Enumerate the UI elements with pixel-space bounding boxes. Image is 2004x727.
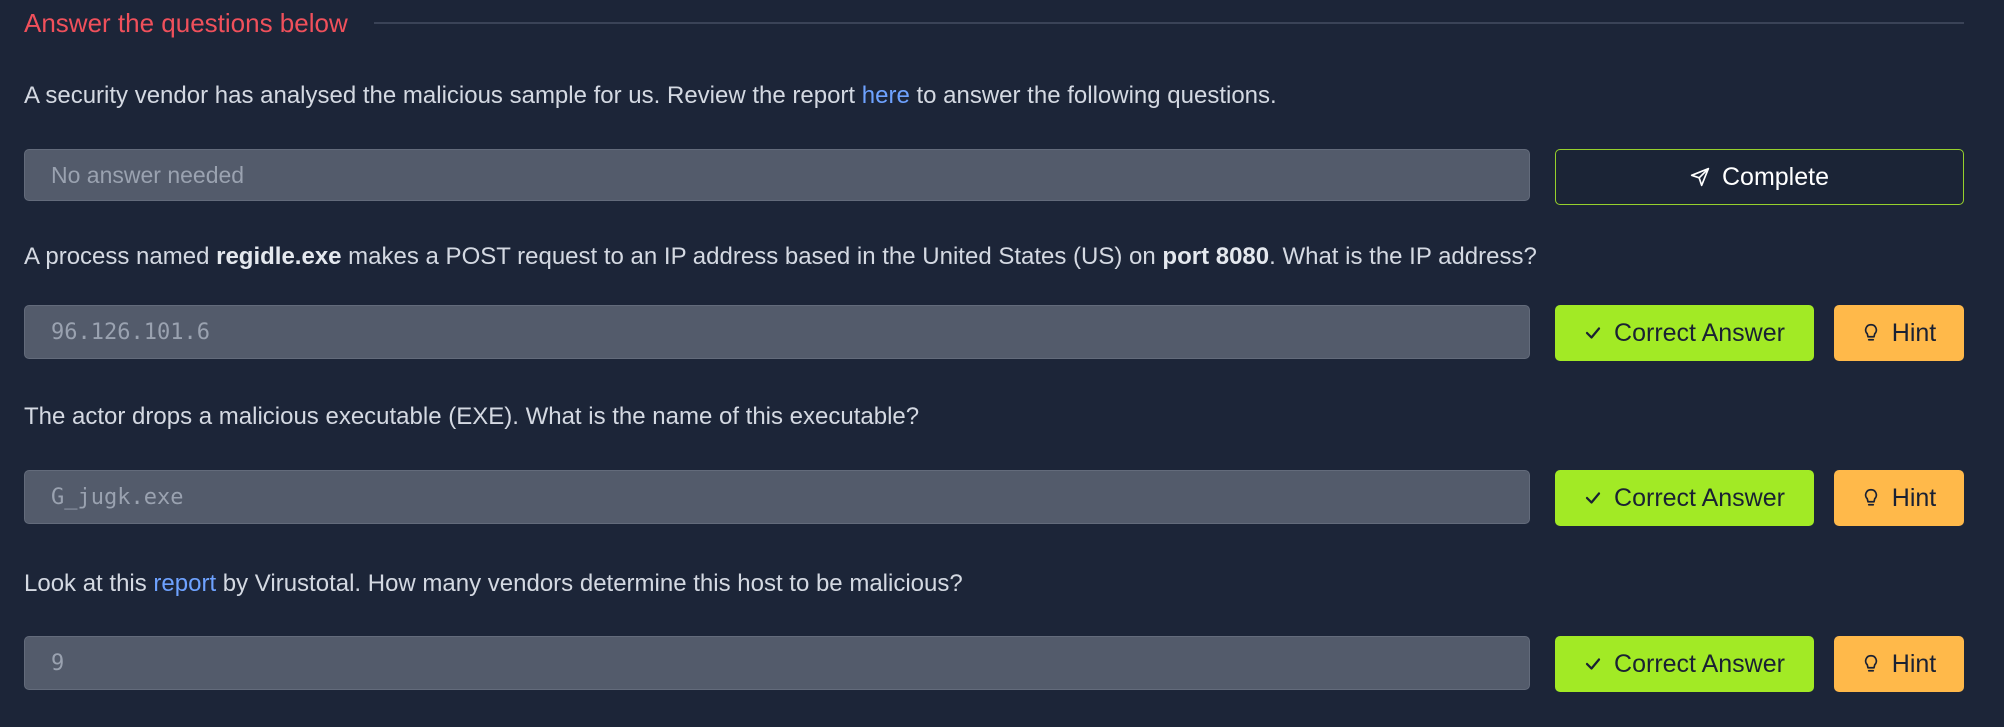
answer-placeholder: No answer needed [51, 161, 245, 188]
answer-field-2[interactable]: 96.126.101.6 [24, 305, 1530, 359]
correct-answer-label: Correct Answer [1614, 649, 1785, 678]
hint-label: Hint [1891, 649, 1937, 678]
complete-button[interactable]: Complete [1555, 149, 1964, 205]
check-icon [1584, 489, 1602, 507]
question-3-text: The actor drops a malicious executable (… [24, 403, 920, 430]
answer-value: G_jugk.exe [51, 484, 184, 510]
check-icon [1584, 324, 1602, 342]
hint-button-3[interactable]: Hint [1834, 470, 1964, 526]
here-link[interactable]: here [862, 82, 910, 109]
correct-answer-label: Correct Answer [1614, 318, 1785, 347]
lightbulb-icon [1862, 654, 1880, 674]
complete-button-label: Complete [1722, 162, 1829, 191]
hint-button-2[interactable]: Hint [1834, 305, 1964, 361]
correct-answer-button-2[interactable]: Correct Answer [1555, 305, 1814, 361]
question-2-text: A process named regidle.exe makes a POST… [24, 243, 1537, 270]
section-title: Answer the questions below [24, 7, 348, 38]
lightbulb-icon [1862, 323, 1880, 343]
correct-answer-button-4[interactable]: Correct Answer [1555, 636, 1814, 692]
section-divider [373, 22, 1964, 24]
lightbulb-icon [1862, 488, 1880, 508]
question-1-text: A security vendor has analysed the malic… [24, 82, 1277, 109]
hint-button-4[interactable]: Hint [1834, 636, 1964, 692]
send-icon [1690, 167, 1710, 187]
hint-label: Hint [1891, 318, 1937, 347]
answer-field-1[interactable]: No answer needed [24, 149, 1530, 201]
question-4-text: Look at this report by Virustotal. How m… [24, 570, 963, 597]
answer-field-4[interactable]: 9 [24, 636, 1530, 690]
check-icon [1584, 655, 1602, 673]
section-header: Answer the questions below [24, 6, 1964, 40]
correct-answer-button-3[interactable]: Correct Answer [1555, 470, 1814, 526]
correct-answer-label: Correct Answer [1614, 483, 1785, 512]
answer-value: 96.126.101.6 [51, 319, 210, 345]
hint-label: Hint [1891, 483, 1937, 512]
answer-value: 9 [51, 650, 65, 676]
report-link[interactable]: report [153, 570, 216, 597]
answer-field-3[interactable]: G_jugk.exe [24, 470, 1530, 524]
